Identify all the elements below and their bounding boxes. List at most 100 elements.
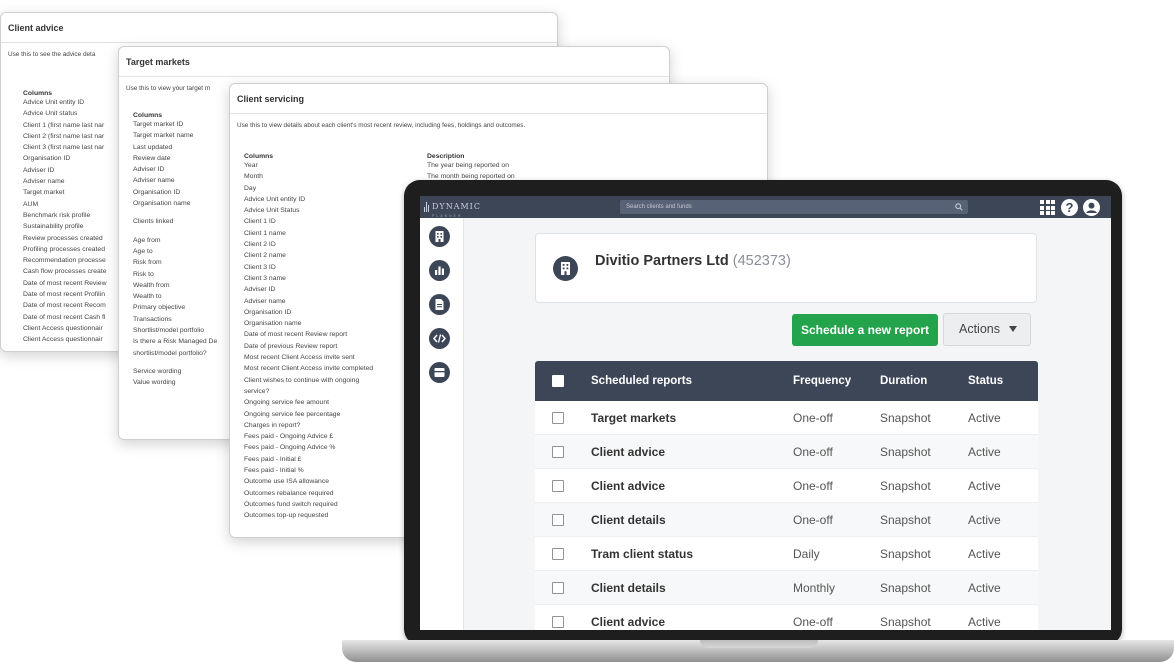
dynamic-planner-logo[interactable]: DYNAMIC PLANNER [424, 199, 481, 218]
column-item: Adviser name [244, 297, 286, 305]
column-names: Year Month Day Advice Unit entity ID Advice … [244, 160, 373, 522]
scheduled-reports-table: Scheduled reports Frequency Duration Sta… [535, 361, 1038, 630]
top-navigation-bar: DYNAMIC PLANNER Search clients and funds… [420, 196, 1111, 218]
report-frequency: One-off [793, 445, 833, 459]
document-icon[interactable] [429, 294, 450, 315]
apps-grid-icon[interactable] [1040, 200, 1055, 215]
laptop-screen: DYNAMIC PLANNER Search clients and funds… [420, 196, 1111, 630]
columns-list: Columns Advice Unit entity ID Advice Unit… [23, 83, 107, 346]
report-duration: Snapshot [880, 615, 931, 629]
column-item: Charges in report? [244, 421, 301, 429]
column-item: Fees paid - Initial £ [244, 455, 302, 463]
column-item: Most recent Client Access invite sent [244, 354, 355, 362]
column-item: Advice Unit status [23, 110, 78, 118]
column-item: Client Access questionnair [23, 324, 103, 332]
row-checkbox[interactable] [552, 412, 564, 424]
building-icon[interactable] [429, 226, 450, 247]
table-row[interactable]: Client details Monthly Snapshot Active [535, 571, 1038, 605]
table-row[interactable]: Client details One-off Snapshot Active [535, 503, 1038, 537]
column-item: Client 3 (first name last nar [23, 144, 105, 152]
row-checkbox[interactable] [552, 514, 564, 526]
company-id: (452373) [732, 253, 791, 269]
column-item: Adviser name [133, 177, 175, 185]
header-status[interactable]: Status [968, 361, 1003, 401]
table-row[interactable]: Tram client status Daily Snapshot Active [535, 537, 1038, 571]
column-item: The year being reported on [427, 162, 509, 169]
report-status: Active [968, 445, 1001, 459]
logo-text: DYNAMIC [432, 202, 481, 211]
report-name[interactable]: Client details [591, 571, 666, 605]
code-icon[interactable] [429, 328, 450, 349]
row-checkbox[interactable] [552, 548, 564, 560]
header-scheduled-reports[interactable]: Scheduled reports [591, 361, 692, 401]
column-item: Outcomes top-up requested [244, 512, 329, 520]
row-checkbox[interactable] [552, 616, 564, 628]
archive-icon[interactable] [429, 362, 450, 383]
header-duration[interactable]: Duration [880, 361, 927, 401]
laptop-notch [700, 640, 818, 648]
search-input[interactable]: Search clients and funds [620, 200, 968, 214]
column-item: Wealth to [133, 293, 162, 301]
column-item: Client 2 name [244, 252, 286, 260]
row-checkbox[interactable] [552, 446, 564, 458]
report-name[interactable]: Client advice [591, 605, 665, 630]
table-row[interactable]: Target markets One-off Snapshot Active [535, 401, 1038, 435]
column-item: Adviser ID [23, 166, 55, 174]
column-item: Target market [23, 189, 65, 197]
logo-bars-icon [424, 202, 429, 212]
table-header: Scheduled reports Frequency Duration Sta… [535, 361, 1038, 401]
actions-dropdown-button[interactable]: Actions [943, 313, 1031, 346]
column-item: Shortlist/model portfolio [133, 327, 205, 335]
column-item: Month [244, 173, 263, 181]
column-item: Outcomes fund switch required [244, 500, 338, 508]
header-frequency[interactable]: Frequency [793, 361, 851, 401]
column-item: Review processes created [23, 234, 103, 242]
column-item: Client 1 ID [244, 218, 276, 226]
report-name[interactable]: Client advice [591, 435, 665, 469]
card-description: Use this to view details about each clie… [237, 122, 526, 129]
column-item: Adviser name [23, 178, 65, 186]
column-item: Adviser ID [133, 166, 165, 174]
table-row[interactable]: Client advice One-off Snapshot Active [535, 605, 1038, 630]
column-item: Cash flow processes create [23, 268, 107, 276]
column-item: Organisation ID [244, 308, 292, 316]
column-item: Advice Unit entity ID [244, 195, 306, 203]
chart-icon[interactable] [429, 260, 450, 281]
columns-heading: Columns [244, 153, 274, 160]
column-item: Client 2 ID [244, 241, 276, 249]
column-item: Primary objective [133, 304, 186, 312]
column-item: Advice Unit entity ID [23, 99, 85, 106]
report-status: Active [968, 615, 1001, 629]
column-item: Client 3 name [244, 274, 286, 282]
caret-down-icon [1009, 326, 1017, 332]
search-icon[interactable] [955, 203, 963, 211]
row-checkbox[interactable] [552, 582, 564, 594]
column-item: Most recent Client Access invite complet… [244, 365, 374, 373]
report-status: Active [968, 513, 1001, 527]
table-row[interactable]: Client advice One-off Snapshot Active [535, 469, 1038, 503]
report-frequency: One-off [793, 513, 833, 527]
report-name[interactable]: Target markets [591, 401, 676, 435]
column-item: Date of most recent Review [23, 279, 107, 287]
schedule-new-report-button[interactable]: Schedule a new report [792, 314, 938, 346]
report-duration: Snapshot [880, 581, 931, 595]
column-item: AUM [23, 200, 39, 208]
column-item: Date of previous Review report [244, 342, 338, 350]
company-name: Divitio Partners Ltd (452373) [595, 253, 791, 269]
report-name[interactable]: Client advice [591, 469, 665, 503]
select-all-checkbox[interactable] [552, 375, 564, 387]
user-account-icon[interactable] [1083, 199, 1100, 216]
report-name[interactable]: Client details [591, 503, 666, 537]
card-title: Client servicing [230, 84, 767, 114]
column-item: Advice Unit Status [244, 207, 300, 215]
row-checkbox[interactable] [552, 480, 564, 492]
help-icon[interactable]: ? [1061, 199, 1078, 216]
column-item: Sustainability profile [23, 223, 84, 231]
column-names: Advice Unit entity ID Advice Unit status C… [23, 97, 107, 346]
table-row[interactable]: Client advice One-off Snapshot Active [535, 435, 1038, 469]
table-body: Target markets One-off Snapshot Active Clien… [535, 401, 1038, 630]
column-item: Risk to [133, 270, 154, 278]
report-name[interactable]: Tram client status [591, 537, 693, 571]
report-duration: Snapshot [880, 411, 931, 425]
report-duration: Snapshot [880, 547, 931, 561]
